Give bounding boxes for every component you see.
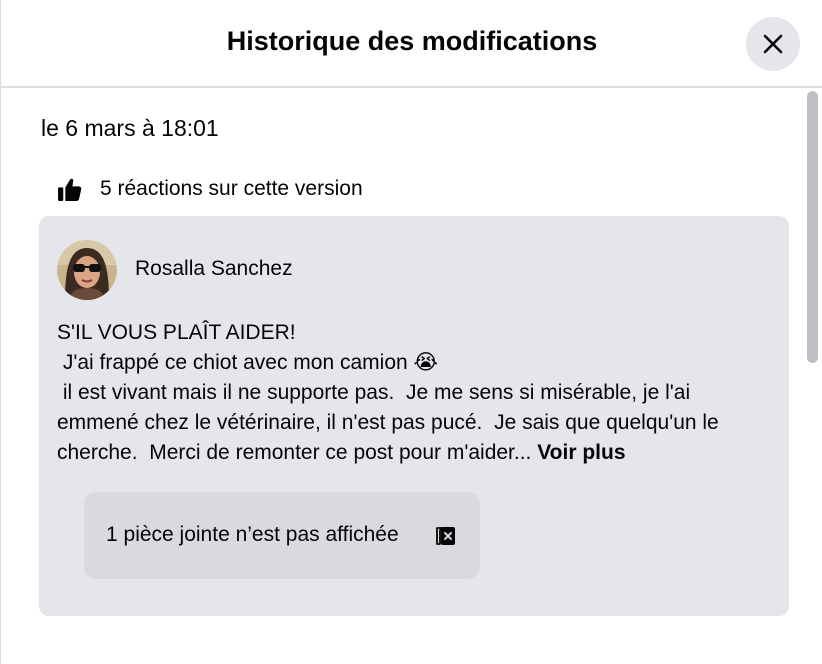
avatar-image [57, 240, 117, 300]
reactions-row[interactable]: 5 réactions sur cette version [57, 174, 363, 204]
post-text: S'IL VOUS PLAÎT AIDER! J'ai frappé ce ch… [57, 318, 777, 468]
post-line: J'ai frappé ce chiot avec mon camion 😭 [57, 351, 439, 374]
post-line-text: cherche. Merci de remonter ce post pour … [57, 441, 538, 464]
thumbs-up-icon [58, 178, 82, 201]
attachment-text: 1 pièce jointe n’est pas affichée [106, 523, 399, 546]
avatar[interactable] [57, 240, 117, 300]
reactions-count: 5 réactions sur cette version [100, 177, 363, 200]
post-line-last: cherche. Merci de remonter ce post pour … [57, 438, 777, 468]
dialog-header: Historique des modifications [1, 0, 822, 88]
see-more-link[interactable]: Voir plus [537, 441, 625, 464]
hidden-attachment-icon [436, 527, 455, 545]
dialog-title: Historique des modifications [226, 26, 598, 56]
revision-date: le 6 mars à 18:01 [41, 115, 219, 141]
post-line: S'IL VOUS PLAÎT AIDER! [57, 321, 296, 344]
post-author[interactable]: Rosalla Sanchez [135, 257, 293, 281]
post-line: emmené chez le vétérinaire, il n'est pas… [57, 411, 719, 434]
close-icon [763, 34, 783, 54]
scrollbar-thumb[interactable] [807, 91, 818, 363]
hidden-attachment-notice: 1 pièce jointe n’est pas affichée [84, 492, 480, 579]
edit-history-dialog: Historique des modifications le 6 mars à… [0, 0, 822, 664]
close-button[interactable] [746, 17, 800, 71]
post-line: il est vivant mais il ne supporte pas. J… [57, 381, 691, 404]
